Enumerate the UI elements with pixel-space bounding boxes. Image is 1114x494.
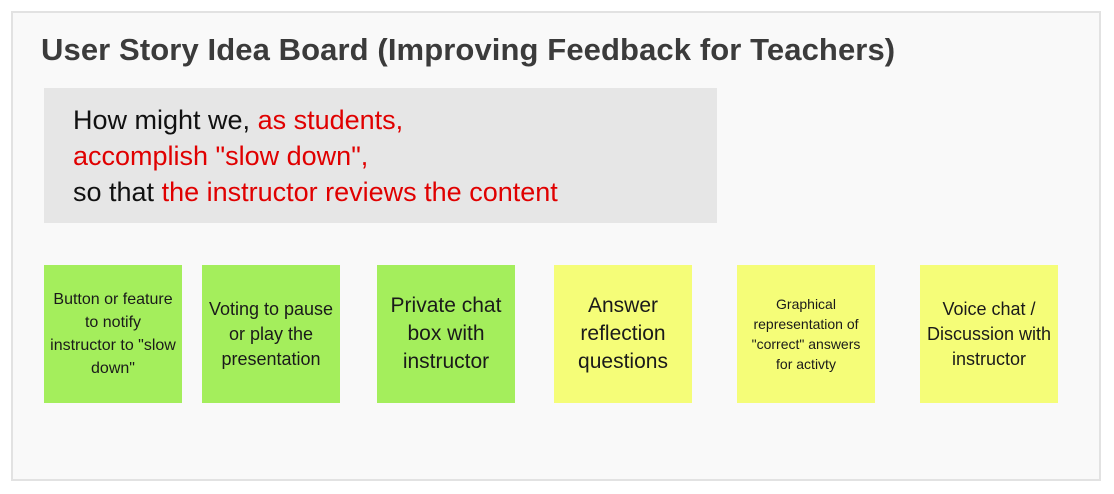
sticky-note-text: Answer reflection questions: [578, 294, 668, 373]
hmw-what: accomplish "slow down",: [73, 141, 369, 171]
sticky-note-text: Voting to pause or play the presentation: [208, 298, 334, 369]
hmw-prefix: How might we,: [73, 105, 258, 135]
sticky-note-1[interactable]: Button or feature to notify instructor t…: [44, 265, 182, 403]
hmw-who: as students,: [257, 105, 404, 135]
sticky-note-text: Private chat box with instructor: [390, 294, 502, 373]
hmw-line-3: so that the instructor reviews the conte…: [73, 174, 717, 210]
sticky-note-2[interactable]: Voting to pause or play the presentation: [202, 265, 340, 403]
hmw-line-1: How might we, as students,: [73, 102, 717, 138]
hmw-so-that: so that: [73, 177, 162, 207]
sticky-note-6[interactable]: Voice chat / Discussion with instructor: [920, 265, 1058, 403]
sticky-note-text: Graphical representation of "correct" an…: [751, 296, 861, 372]
sticky-note-4[interactable]: Answer reflection questions: [554, 265, 692, 403]
sticky-note-3[interactable]: Private chat box with instructor: [377, 265, 515, 403]
board-title: User Story Idea Board (Improving Feedbac…: [41, 32, 896, 67]
sticky-note-text: Button or feature to notify instructor t…: [50, 291, 176, 377]
idea-board: [11, 11, 1101, 481]
sticky-note-5[interactable]: Graphical representation of "correct" an…: [737, 265, 875, 403]
hmw-goal: the instructor reviews the content: [161, 177, 558, 207]
sticky-note-text: Voice chat / Discussion with instructor: [926, 298, 1052, 369]
how-might-we-box: How might we, as students, accomplish "s…: [44, 88, 717, 223]
